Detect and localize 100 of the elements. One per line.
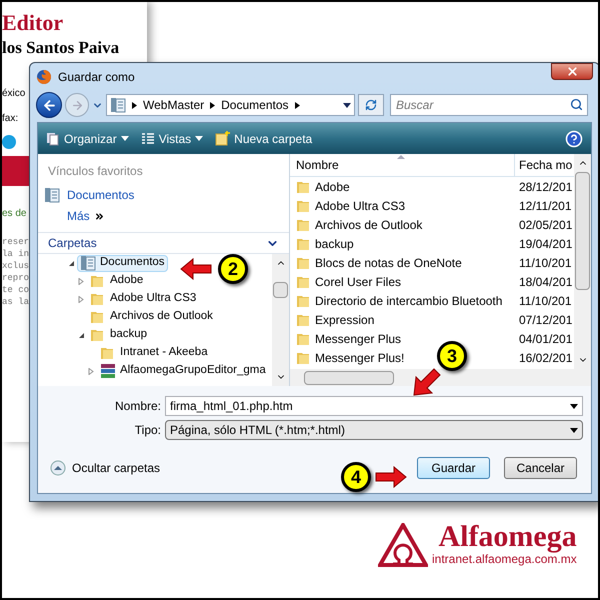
- breadcrumb-item[interactable]: WebMaster: [143, 96, 204, 114]
- file-name-cell[interactable]: Messenger Plus!: [296, 348, 404, 366]
- collapse-up-icon: [50, 460, 66, 476]
- search-icon: [570, 98, 583, 111]
- logo-text: Alfaomega: [438, 522, 577, 552]
- column-header[interactable]: Nombre: [290, 154, 515, 176]
- folder-icon: [90, 328, 106, 342]
- dropdown-caret-icon[interactable]: [570, 404, 578, 409]
- toolbar-button[interactable]: Vistas: [140, 130, 204, 148]
- file-name-field[interactable]: firma_html_01.php.htm: [165, 396, 583, 416]
- tree-item[interactable]: Adobe Ultra CS3: [87, 290, 200, 308]
- dialog-button[interactable]: Cancelar: [504, 457, 577, 479]
- refresh-icon: [365, 99, 377, 111]
- dropdown-caret-icon[interactable]: [343, 102, 351, 108]
- callout-arrow: [180, 258, 212, 280]
- file-name-cell[interactable]: Expression: [296, 310, 374, 328]
- file-name-cell[interactable]: Archivos de Outlook: [296, 216, 422, 234]
- dialog-button[interactable]: Guardar: [417, 457, 490, 479]
- page-subheading: los Santos Paiva: [2, 38, 120, 58]
- date-cell-text: 11/10/201: [518, 254, 572, 272]
- pages-icon: [46, 132, 60, 146]
- folder-icon: [100, 346, 116, 360]
- field-label: Nombre:: [114, 398, 161, 415]
- tree-item[interactable]: Adobe: [87, 272, 146, 290]
- scroll-thumb[interactable]: [575, 172, 590, 290]
- toolbar-button[interactable]: Nueva carpeta: [215, 130, 312, 148]
- breadcrumb-arrow-icon[interactable]: [132, 102, 137, 108]
- search-field[interactable]: Buscar: [390, 94, 588, 116]
- date-cell-text: 07/12/201: [518, 312, 572, 328]
- dropdown-caret-icon: [195, 136, 204, 141]
- window-title: Guardar como: [58, 68, 135, 86]
- date-cell-text: 19/04/201: [518, 236, 572, 252]
- callout-arrow: [375, 466, 407, 488]
- folder-icon: [296, 180, 312, 194]
- file-name-cell[interactable]: Messenger Plus: [296, 330, 402, 348]
- file-name-cell[interactable]: Blocs de notas de OneNote: [296, 254, 462, 272]
- folder-icon: [90, 274, 106, 288]
- date-cell-text: 18/04/201: [518, 274, 572, 290]
- date-cell-text: 02/05/201: [518, 216, 572, 234]
- folder-icon: [90, 310, 106, 324]
- page-link-text: es de: [2, 208, 26, 220]
- new-folder-icon: [215, 131, 230, 146]
- file-name-cell[interactable]: backup: [296, 234, 354, 252]
- logo-icon: [378, 523, 428, 567]
- folder-icon: [296, 274, 312, 288]
- scroll-thumb[interactable]: [273, 282, 288, 298]
- library-icon: [44, 187, 60, 203]
- close-icon: [566, 65, 578, 78]
- file-name-cell[interactable]: Adobe: [296, 178, 350, 196]
- type-select[interactable]: Página, sólo HTML (*.htm;*.html): [165, 420, 583, 440]
- tree-item[interactable]: Documentos: [77, 254, 168, 272]
- more-link[interactable]: Más: [67, 207, 105, 225]
- back-icon: [42, 98, 56, 112]
- page-text: repro: [2, 272, 30, 284]
- field-label: Tipo:: [134, 422, 161, 439]
- file-name-cell[interactable]: Corel User Files: [296, 272, 402, 290]
- favorite-link[interactable]: Documentos: [44, 186, 134, 204]
- section-title: Vínculos favoritos: [48, 163, 144, 180]
- scrollbar[interactable]: [574, 154, 591, 369]
- collapsed-arrow-icon[interactable]: [78, 296, 85, 302]
- expanded-arrow-icon[interactable]: [78, 332, 85, 338]
- tree-item[interactable]: Archivos de Outlook: [87, 308, 216, 326]
- callout-arrow: [412, 367, 442, 397]
- page-text: la in: [2, 248, 30, 260]
- page-text: xclus: [2, 260, 30, 272]
- expanded-arrow-icon[interactable]: [68, 260, 75, 266]
- collapsed-arrow-icon[interactable]: [88, 368, 95, 374]
- folder-icon: [296, 236, 312, 250]
- folder-icon: [296, 198, 312, 212]
- breadcrumb-arrow-icon[interactable]: [210, 102, 216, 108]
- folder-icon: [296, 294, 312, 308]
- folder-icon: [296, 256, 312, 270]
- page-text: reser: [2, 236, 30, 248]
- library-icon: [110, 97, 126, 113]
- date-cell-text: 12/11/201: [518, 198, 572, 214]
- hide-folders-button[interactable]: Ocultar carpetas: [50, 459, 160, 477]
- refresh-button[interactable]: [358, 94, 384, 116]
- scroll-thumb[interactable]: [304, 370, 394, 384]
- tree-item[interactable]: Intranet - Akeeba: [97, 344, 211, 362]
- file-name-cell[interactable]: Directorio de intercambio Bluetooth: [296, 292, 502, 310]
- breadcrumb-item[interactable]: Documentos: [221, 96, 289, 114]
- address-bar[interactable]: WebMaster Documentos: [106, 94, 355, 116]
- breadcrumb-arrow-icon[interactable]: [294, 102, 300, 108]
- column-header[interactable]: Fecha mo: [515, 154, 574, 176]
- forward-icon: [70, 98, 84, 112]
- page-text: éxico: [2, 88, 26, 100]
- close-button[interactable]: [551, 63, 593, 80]
- double-chevron-icon: [94, 210, 105, 222]
- tree-item[interactable]: AlfaomegaGrupoEditor_gma: [97, 362, 269, 380]
- back-button[interactable]: [36, 92, 62, 118]
- toolbar-button[interactable]: Organizar: [46, 130, 129, 148]
- list-view-icon: [140, 132, 155, 146]
- collapsed-arrow-icon[interactable]: [78, 278, 85, 284]
- dropdown-caret-icon: [570, 428, 578, 432]
- page-text: te co: [2, 284, 30, 296]
- horizontal-scrollbar[interactable]: [290, 369, 591, 386]
- help-icon[interactable]: [565, 130, 583, 148]
- file-name-cell[interactable]: Adobe Ultra CS3: [296, 196, 406, 214]
- scrollbar[interactable]: [272, 254, 289, 386]
- tree-item[interactable]: backup: [87, 326, 150, 344]
